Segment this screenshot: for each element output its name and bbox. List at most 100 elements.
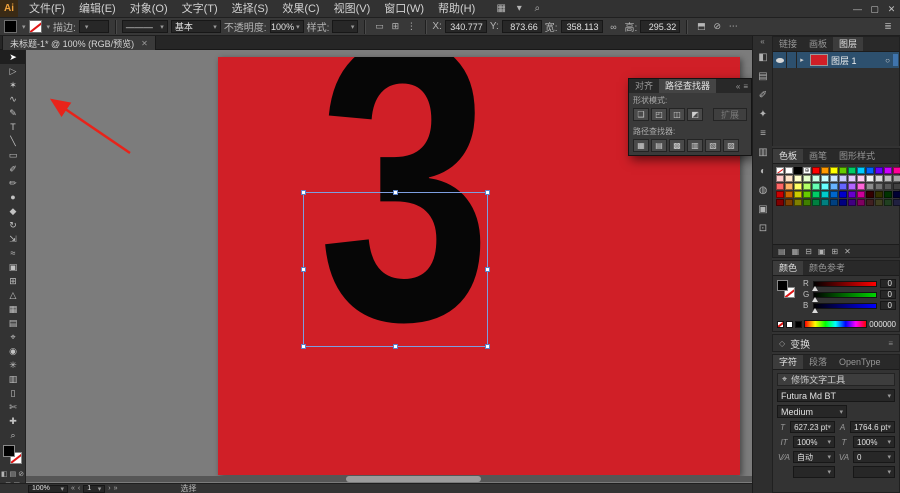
layer-name[interactable]: 图层 1 xyxy=(831,54,885,67)
workspace-icon[interactable]: ▾ xyxy=(510,3,528,14)
swatch[interactable] xyxy=(839,191,847,198)
close-button[interactable]: ✕ xyxy=(883,0,900,18)
swatch[interactable] xyxy=(785,191,793,198)
menubar-item[interactable]: 选择(S) xyxy=(225,0,276,18)
style-select[interactable]: ▾ xyxy=(332,20,359,33)
menubar-item[interactable]: 对象(O) xyxy=(123,0,175,18)
links-panel-icon[interactable]: ⊡ xyxy=(753,219,773,238)
slider-value-field[interactable]: 0 xyxy=(880,301,896,310)
swatch[interactable] xyxy=(875,199,883,206)
swatch[interactable] xyxy=(875,175,883,182)
selection-bounding-box[interactable] xyxy=(301,190,490,349)
swatch[interactable] xyxy=(812,191,820,198)
swatch-options-icon[interactable]: ⊟ xyxy=(805,245,812,258)
gradient-tool[interactable]: ▤ xyxy=(0,316,25,330)
swatch[interactable] xyxy=(848,191,856,198)
brush-definition-select[interactable]: 基本 ▾ xyxy=(170,20,221,33)
prev-artboard-icon[interactable]: ‹ xyxy=(78,485,80,492)
gradient-panel-icon[interactable]: ▥ xyxy=(753,143,773,162)
transform-panel-header[interactable]: ◇ 变换 ≡ xyxy=(772,334,900,352)
tab-character[interactable]: 字符 xyxy=(773,355,804,369)
tab-swatches[interactable]: 色板 xyxy=(773,149,804,163)
fill-color-swatch[interactable] xyxy=(4,20,17,33)
slider-track[interactable] xyxy=(812,291,877,302)
slider-track[interactable] xyxy=(812,302,877,313)
swatch[interactable] xyxy=(848,183,856,190)
mesh-tool[interactable]: ▦ xyxy=(0,302,25,316)
swatch[interactable] xyxy=(830,167,838,174)
swatch[interactable] xyxy=(812,175,820,182)
swatch[interactable] xyxy=(812,167,820,174)
swatch[interactable] xyxy=(821,199,829,206)
tab-color-guide[interactable]: 颜色参考 xyxy=(803,261,851,275)
rotate-tool[interactable]: ↻ xyxy=(0,218,25,232)
layer-row[interactable]: ▸ 图层 1 ○ xyxy=(773,52,899,68)
spacing-field[interactable]: ▾ xyxy=(793,466,835,478)
brushes-panel-icon[interactable]: ✐ xyxy=(753,86,773,105)
font-size-field[interactable]: 627.23 pt ▾ xyxy=(790,421,835,433)
control-panel-menu-icon[interactable]: ≣ xyxy=(880,20,896,34)
font-style-select[interactable]: Medium ▾ xyxy=(777,405,847,418)
swatch[interactable] xyxy=(785,183,793,190)
selection-handle[interactable] xyxy=(392,190,398,195)
paintbrush-tool[interactable]: ✐ xyxy=(0,162,25,176)
selection-handle[interactable] xyxy=(301,190,306,195)
swatch[interactable] xyxy=(830,183,838,190)
swatch[interactable] xyxy=(884,175,892,182)
swatch[interactable] xyxy=(812,183,820,190)
zoom-tool[interactable]: ⌕ xyxy=(0,428,25,442)
swatch[interactable] xyxy=(857,175,865,182)
document-tab[interactable]: 未标题-1* @ 100% (RGB/预览) ✕ xyxy=(2,36,156,50)
minus-back-button[interactable]: ▨ xyxy=(723,139,739,152)
slider-value-field[interactable]: 0 xyxy=(880,290,896,299)
panel-menu-icon[interactable]: ≡ xyxy=(743,82,748,91)
fill-chip[interactable] xyxy=(3,445,15,457)
fill-caret-icon[interactable]: ▾ xyxy=(22,23,26,31)
isolate-selection-icon[interactable]: ⊘ xyxy=(709,20,725,34)
slider-handle[interactable] xyxy=(812,285,818,291)
horizontal-scale-field[interactable]: 100% ▾ xyxy=(853,436,895,448)
selection-handle[interactable] xyxy=(392,344,398,349)
symbol-sprayer-tool[interactable]: ✳ xyxy=(0,358,25,372)
swatch[interactable] xyxy=(857,183,865,190)
menubar-item[interactable]: 效果(C) xyxy=(275,0,326,18)
swatch[interactable] xyxy=(794,183,802,190)
merge-button[interactable]: ▩ xyxy=(669,139,685,152)
swatch[interactable] xyxy=(794,191,802,198)
eraser-tool[interactable]: ◆ xyxy=(0,204,25,218)
tab-artboards[interactable]: 画板 xyxy=(803,37,833,51)
swatch[interactable] xyxy=(848,175,856,182)
tab-graphic-styles[interactable]: 图形样式 xyxy=(833,149,881,163)
swatch[interactable] xyxy=(785,199,793,206)
swatch[interactable] xyxy=(866,167,874,174)
swatch[interactable] xyxy=(893,191,900,198)
swatch[interactable] xyxy=(884,183,892,190)
black-swatch[interactable] xyxy=(795,320,802,328)
target-circle-icon[interactable]: ○ xyxy=(885,56,890,65)
expand-icon[interactable]: ▸ xyxy=(797,56,807,64)
swatch[interactable] xyxy=(803,183,811,190)
dock-collapse-icon[interactable]: « xyxy=(753,36,772,48)
horizontal-scrollbar[interactable] xyxy=(26,476,752,482)
tab-paragraph[interactable]: 段落 xyxy=(803,355,833,369)
swatch[interactable] xyxy=(893,175,900,182)
maximize-button[interactable]: ▢ xyxy=(866,0,883,18)
leading-field[interactable]: 1764.6 pt ▾ xyxy=(850,421,895,433)
swatch[interactable] xyxy=(875,183,883,190)
opacity-field[interactable]: 100% ▾ xyxy=(269,20,304,33)
selection-handle[interactable] xyxy=(301,344,306,349)
swatch[interactable] xyxy=(848,199,856,206)
swatch[interactable] xyxy=(884,191,892,198)
symbols-panel-icon[interactable]: ✦ xyxy=(753,105,773,124)
appearance-panel-icon[interactable]: ◍ xyxy=(753,181,773,200)
insert-space-field[interactable]: ▾ xyxy=(853,466,895,478)
height-field[interactable]: 295.32 xyxy=(640,20,681,33)
swatch[interactable] xyxy=(830,175,838,182)
touch-type-tool-button[interactable]: ⌖ 修饰文字工具 xyxy=(777,373,895,386)
distribute-icon[interactable]: ⋮ xyxy=(403,20,419,34)
exclude-button[interactable]: ◩ xyxy=(687,108,703,121)
transform-panel-icon[interactable]: ⬒ xyxy=(693,20,709,34)
intersect-button[interactable]: ◫ xyxy=(669,108,685,121)
swatch[interactable] xyxy=(821,175,829,182)
panel-collapse-icon[interactable]: « xyxy=(736,82,740,91)
